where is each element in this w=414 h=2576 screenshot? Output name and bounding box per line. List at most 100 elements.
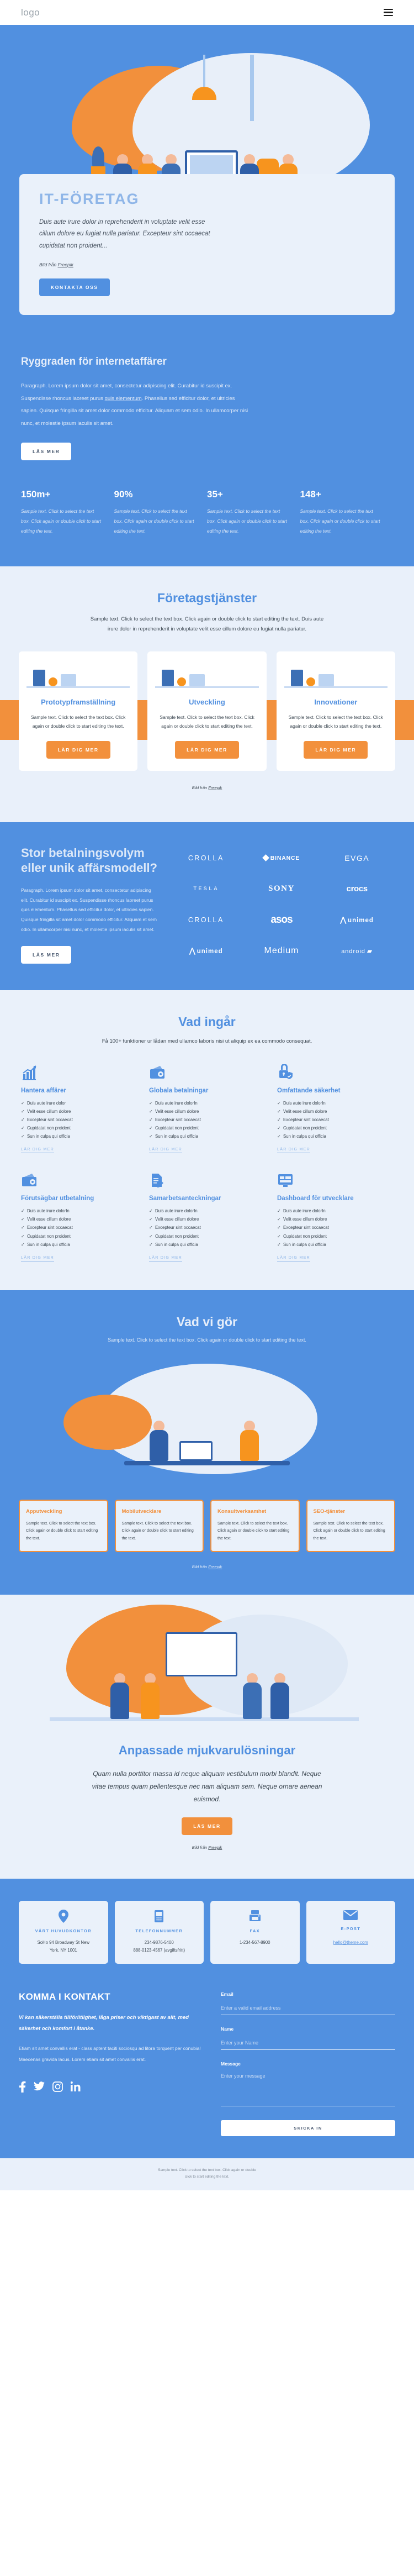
feature-bullet-list: Duis aute irure dolorIn Velit esse cillu… <box>149 1208 265 1248</box>
feature-bullet: Velit esse cillum dolore <box>149 1108 265 1115</box>
contact-card-title: TELEFONNUMMER <box>135 1928 183 1933</box>
feature-bullet: Cupidatat non proident <box>149 1233 265 1240</box>
what-we-do-subtitle: Sample text. Click to select the text bo… <box>108 1337 306 1343</box>
feature-bullet-list: Duis aute irure dolorIn Velit esse cillu… <box>277 1100 393 1140</box>
stat-item: 148+ Sample text. Click to select the te… <box>300 489 394 537</box>
features-subtitle: Få 100+ funktioner ur lådan med ullamco … <box>102 1038 312 1044</box>
illustration-baseline <box>284 686 388 688</box>
email-input[interactable] <box>221 2004 395 2016</box>
name-label: Name <box>221 2026 234 2032</box>
learn-more-link[interactable]: LÄR DIG MER <box>21 1255 54 1261</box>
hamburger-icon[interactable] <box>384 8 393 17</box>
illustration-baseline <box>26 686 130 688</box>
name-input[interactable] <box>221 2039 395 2051</box>
hero-section: IT-FÖRETAG Duis aute irure dolor in repr… <box>0 25 414 334</box>
credit-prefix: Bild från <box>192 785 209 790</box>
logo-binance: BINANCE <box>246 851 318 865</box>
contact-card-phone: TELEFONNUMMER 234-9876-5400 888-0123-456… <box>114 1900 204 1964</box>
paragraph-inline-link[interactable]: quis elementum <box>105 396 142 402</box>
service-card-title: Innovationer <box>314 697 358 706</box>
site-logo[interactable]: logo <box>21 7 40 18</box>
feature-bullet: Cupidatat non proident <box>21 1125 137 1132</box>
feature-item: Dashboard för utvecklare Duis aute irure… <box>277 1172 393 1261</box>
volume-paragraph: Paragraph. Lorem ipsum dolor sit amet, c… <box>21 887 157 933</box>
instagram-icon[interactable] <box>52 2080 63 2093</box>
feature-bullet: Sun in culpa qui officia <box>149 1242 265 1248</box>
read-more-button[interactable]: LÄS MER <box>182 1817 232 1835</box>
illustration-shape <box>162 669 174 686</box>
services-subtitle: Sample text. Click to select the text bo… <box>90 616 324 633</box>
feature-bullet: Duis aute irure dolorIn <box>149 1100 265 1107</box>
stat-item: 90% Sample text. Click to select the tex… <box>114 489 208 537</box>
logo-crolla: CROLLA <box>188 854 224 862</box>
person-figure <box>243 1673 262 1719</box>
service-card[interactable]: Utveckling Sample text. Click to select … <box>147 651 267 771</box>
site-footer: Sample text. Click to select the text bo… <box>0 2158 414 2190</box>
logo-unimed: ⋀ unimed <box>189 946 223 955</box>
learn-more-link[interactable]: LÄR DIG MER <box>277 1255 310 1261</box>
feature-bullet-list: Duis aute irure dolor Velit esse cillum … <box>21 1100 137 1140</box>
what-we-do-card[interactable]: Konsultverksamhet Sample text. Click to … <box>210 1499 300 1552</box>
feature-bullet: Duis aute irure dolorIn <box>277 1100 393 1107</box>
twitter-icon[interactable] <box>34 2080 45 2093</box>
credit-prefix: Bild från <box>192 1844 209 1850</box>
chart-growth-icon <box>21 1064 137 1082</box>
learn-more-link[interactable]: LÄR DIG MER <box>149 1255 182 1261</box>
person-figure <box>110 1673 129 1719</box>
submit-button[interactable]: SKICKA IN <box>221 2120 395 2137</box>
contact-card-email: E-POST hello@theme.com <box>306 1900 395 1964</box>
credit-link[interactable]: Freepik <box>208 1845 222 1850</box>
feature-bullet: Duis aute irure dolor <box>21 1100 137 1107</box>
learn-more-button[interactable]: LÄR DIG MER <box>46 740 110 759</box>
service-card[interactable]: Prototypframställning Sample text. Click… <box>19 651 138 771</box>
person-body <box>240 1429 259 1461</box>
facebook-icon[interactable] <box>19 2080 26 2093</box>
floor-line <box>50 1717 359 1721</box>
credit-link[interactable]: Freepik <box>208 785 222 790</box>
services-title: Företagstjänster <box>157 590 257 605</box>
feature-bullet: Excepteur sint occaecat <box>149 1224 265 1231</box>
service-card[interactable]: Innovationer Sample text. Click to selec… <box>276 651 395 771</box>
learn-more-button[interactable]: LÄR DIG MER <box>304 740 368 759</box>
credit-link[interactable]: Freepik <box>58 262 73 267</box>
message-textarea[interactable] <box>221 2072 395 2107</box>
footer-line-2: click to start editing the text. <box>184 2175 230 2179</box>
feature-bullet: Sun in culpa qui officia <box>277 1242 393 1248</box>
feature-bullet: Excepteur sint occaecat <box>277 1224 393 1231</box>
credit-prefix: Bild från <box>192 1564 209 1569</box>
learn-more-link[interactable]: LÄR DIG MER <box>21 1147 54 1154</box>
software-image-credit: Bild från Freepik <box>0 1845 414 1850</box>
what-we-do-card[interactable]: SEO-tjänster Sample text. Click to selec… <box>306 1499 395 1552</box>
contact-card-line: SoHo 94 Broadway St New <box>37 1940 89 1946</box>
card-text: Sample text. Click to select the text bo… <box>26 1520 98 1541</box>
logo-tesla: TESLA <box>193 885 219 892</box>
wallet-icon <box>149 1064 265 1082</box>
read-more-button[interactable]: LÄS MER <box>21 442 72 460</box>
service-card-text: Sample text. Click to select the text bo… <box>30 714 126 729</box>
card-title: SEO-tjänster <box>313 1508 346 1515</box>
linkedin-icon[interactable] <box>71 2080 81 2093</box>
contact-cards-row: VÅRT HUVUDKONTOR SoHo 94 Broadway St New… <box>19 1900 395 1964</box>
contact-card-fax: FAX 1-234-567-8900 <box>210 1900 300 1964</box>
dashboard-icon <box>277 1172 393 1190</box>
credit-link[interactable]: Freepik <box>208 1564 222 1569</box>
feature-title: Globala betalningar <box>149 1087 209 1094</box>
learn-more-link[interactable]: LÄR DIG MER <box>277 1147 310 1154</box>
contact-us-button[interactable]: KONTAKTA OSS <box>39 278 110 296</box>
what-we-do-card[interactable]: Apputveckling Sample text. Click to sele… <box>19 1499 108 1552</box>
what-we-do-image-credit: Bild från Freepik <box>0 1564 414 1569</box>
feature-title: Dashboard för utvecklare <box>277 1195 354 1202</box>
feature-bullet: Cupidatat non proident <box>277 1125 393 1132</box>
feature-item: Förutsägbar utbetalning Duis aute irure … <box>21 1172 137 1261</box>
stat-item: 35+ Sample text. Click to select the tex… <box>207 489 300 537</box>
volume-section: Stor betalningsvolym eller unik affärsmo… <box>0 822 414 990</box>
stat-item: 150m+ Sample text. Click to select the t… <box>21 489 114 537</box>
read-more-button[interactable]: LÄS MER <box>21 945 72 964</box>
learn-more-link[interactable]: LÄR DIG MER <box>149 1147 182 1154</box>
learn-more-button[interactable]: LÄR DIG MER <box>175 740 239 759</box>
backbone-paragraph: Paragraph. Lorem ipsum dolor sit amet, c… <box>21 380 253 430</box>
contact-email-link[interactable]: hello@theme.com <box>333 1940 368 1945</box>
what-we-do-card[interactable]: Mobilutvecklare Sample text. Click to se… <box>114 1499 204 1552</box>
illustration-shape <box>290 669 303 686</box>
partner-logos-grid: CROLLA BINANCE EVGA TESLA SONY crocs CRO… <box>170 845 393 964</box>
